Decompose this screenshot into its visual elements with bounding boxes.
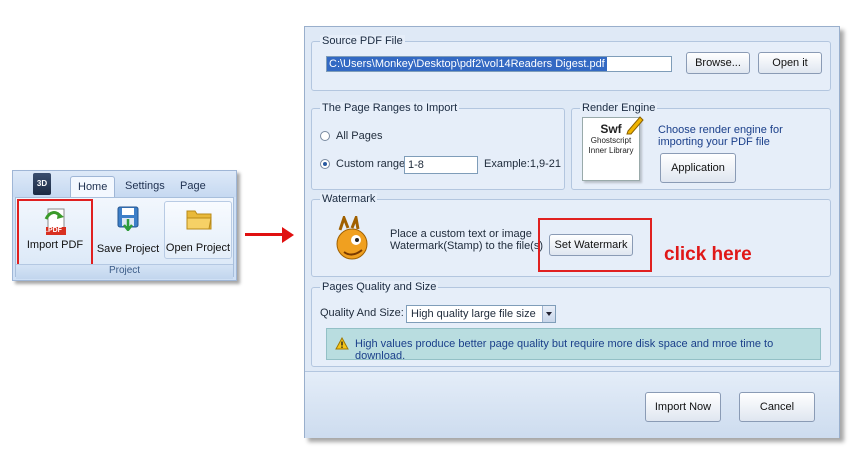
- source-pdf-legend: Source PDF File: [320, 35, 405, 47]
- open-project-button[interactable]: Open Project: [164, 201, 232, 259]
- import-pdf-button[interactable]: .PDF Import PDF: [17, 199, 93, 267]
- watermark-text-1: Place a custom text or image: [390, 228, 532, 240]
- all-pages-radio[interactable]: [320, 131, 330, 141]
- chevron-down-icon[interactable]: [542, 306, 555, 322]
- pointer-arrow-icon: [282, 227, 294, 243]
- custom-range-label: Custom range:: [336, 158, 409, 170]
- quality-select[interactable]: High quality large file size: [406, 305, 556, 323]
- quality-selected-value: High quality large file size: [411, 308, 536, 320]
- pencil-icon: [626, 116, 644, 135]
- pdf-badge: .PDF: [46, 227, 62, 234]
- pointer-arrow-line: [245, 233, 285, 236]
- cancel-button[interactable]: Cancel: [739, 392, 815, 422]
- all-pages-label: All Pages: [336, 130, 383, 142]
- source-path-input[interactable]: C:\Users\Monkey\Desktop\pdf2\vol14Reader…: [326, 56, 672, 72]
- save-project-button[interactable]: Save Project: [96, 201, 160, 259]
- project-group-label: Project: [16, 264, 233, 279]
- import-now-button[interactable]: Import Now: [645, 392, 721, 422]
- tab-settings[interactable]: Settings: [118, 176, 172, 197]
- render-description-1: Choose render engine for: [658, 124, 783, 136]
- warning-icon: [335, 337, 349, 350]
- dialog-footer: Import Now Cancel: [305, 371, 839, 438]
- custom-range-radio[interactable]: [320, 159, 330, 169]
- quality-label: Quality And Size:: [320, 307, 404, 319]
- custom-range-input[interactable]: 1-8: [404, 156, 478, 174]
- watermark-legend: Watermark: [320, 193, 378, 205]
- save-project-label: Save Project: [96, 243, 160, 255]
- open-project-label: Open Project: [165, 242, 231, 254]
- watermark-group: Watermark Place a custom text or image W…: [311, 193, 831, 277]
- quality-legend: Pages Quality and Size: [320, 281, 439, 293]
- tab-home[interactable]: Home: [70, 176, 116, 198]
- source-path-text: C:\Users\Monkey\Desktop\pdf2\vol14Reader…: [327, 57, 607, 71]
- watermark-text-2: Watermark(Stamp) to the file(s): [390, 240, 544, 252]
- page-ranges-legend: The Page Ranges to Import: [320, 102, 460, 114]
- set-watermark-button[interactable]: Set Watermark: [549, 234, 633, 256]
- source-pdf-group: Source PDF File C:\Users\Monkey\Desktop\…: [311, 35, 831, 91]
- render-description-2: importing your PDF file: [658, 136, 770, 148]
- save-icon: [117, 206, 139, 231]
- swf-line-2: Inner Library: [588, 146, 634, 155]
- ribbon-tab-bar: 3D Home Settings Page Layout: [13, 171, 236, 213]
- ribbon-panel: 3D Home Settings Page Layout .PDF Import…: [12, 170, 237, 281]
- quality-info-bar: High values produce better page quality …: [326, 328, 821, 362]
- click-here-annotation: click here: [664, 244, 752, 265]
- application-button[interactable]: Application: [660, 153, 736, 183]
- quality-info-text: High values produce better page quality …: [355, 338, 774, 362]
- import-pdf-label: Import PDF: [26, 239, 84, 251]
- app-menu-icon[interactable]: 3D: [33, 173, 51, 195]
- folder-icon: [186, 210, 212, 230]
- import-dialog: Source PDF File C:\Users\Monkey\Desktop\…: [304, 26, 840, 438]
- range-example-text: Example:1,9-21: [484, 158, 562, 170]
- gimp-watermark-icon: [336, 216, 368, 260]
- tab-page-layout[interactable]: Page Layout: [173, 176, 236, 213]
- page-ranges-group: The Page Ranges to Import All Pages Cust…: [311, 102, 565, 190]
- ribbon-home-body: .PDF Import PDF Save Project Open Projec…: [15, 197, 234, 279]
- render-engine-group: Render Engine Swf Ghostscript Inner Libr…: [571, 102, 831, 190]
- swf-line-1: Ghostscript: [590, 136, 632, 145]
- browse-button[interactable]: Browse...: [686, 52, 750, 74]
- open-it-button[interactable]: Open it: [758, 52, 822, 74]
- quality-group: Pages Quality and Size Quality And Size:…: [311, 281, 831, 367]
- render-engine-legend: Render Engine: [580, 102, 658, 114]
